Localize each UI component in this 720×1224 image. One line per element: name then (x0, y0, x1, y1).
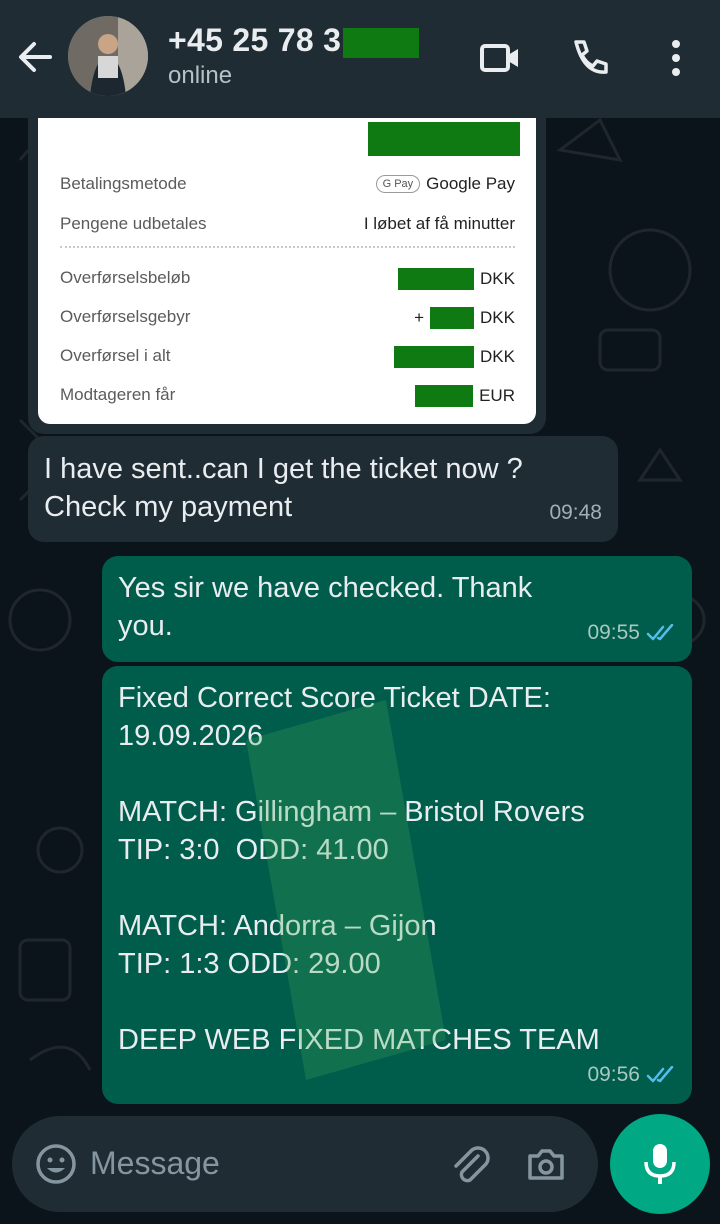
attach-icon[interactable] (448, 1142, 492, 1186)
receipt-divider (60, 246, 515, 248)
image-message-bubble[interactable]: Betalingsmetode G Pay Google Pay Pengene … (28, 104, 546, 434)
contact-number: +45 25 78 3 (168, 22, 342, 58)
currency-text: DKK (480, 308, 515, 327)
receipt-value-text: Google Pay (426, 174, 515, 193)
message-text: Fixed Correct Score Ticket DATE: 19.09.2… (118, 682, 600, 1056)
outgoing-message-bubble[interactable]: Yes sir we have checked. Thank you. 09:5… (102, 556, 692, 662)
receipt-label: Modtageren får (60, 385, 176, 404)
voice-message-button[interactable] (610, 1114, 710, 1214)
incoming-message-bubble[interactable]: I have sent..can I get the ticket now ? … (28, 436, 618, 542)
phone-call-icon[interactable] (564, 34, 612, 82)
back-arrow-icon[interactable] (14, 36, 56, 78)
message-time: 09:56 (587, 1056, 676, 1094)
redaction-block (415, 385, 474, 407)
redaction-block (430, 307, 475, 329)
contact-status: online (168, 62, 233, 89)
receipt-value: DKK (394, 346, 515, 368)
message-input-bar[interactable]: Message (12, 1116, 598, 1212)
redaction-block (368, 122, 520, 156)
read-ticks-icon (646, 624, 674, 641)
plus-sign: + (414, 308, 425, 327)
receipt-value: G Pay Google Pay (375, 174, 515, 194)
emoji-icon[interactable] (34, 1142, 78, 1186)
message-time: 09:55 (587, 614, 676, 652)
currency-text: DKK (480, 347, 515, 366)
payment-receipt-image: Betalingsmetode G Pay Google Pay Pengene … (38, 118, 536, 424)
contact-avatar[interactable] (68, 16, 148, 96)
avatar-photo (68, 16, 148, 96)
message-input[interactable]: Message (90, 1145, 220, 1182)
time-text: 09:55 (587, 621, 640, 644)
receipt-value: + DKK (414, 307, 515, 329)
currency-text: DKK (480, 269, 515, 288)
message-text: I have sent..can I get the ticket now ? … (44, 453, 523, 523)
receipt-label: Betalingsmetode (60, 174, 187, 193)
video-call-icon[interactable] (476, 34, 524, 82)
receipt-label: Overførselsgebyr (60, 307, 191, 326)
redaction-block (398, 268, 475, 290)
message-time: 09:48 (481, 403, 532, 425)
time-text: 09:56 (587, 1063, 640, 1086)
outgoing-message-bubble[interactable]: Fixed Correct Score Ticket DATE: 19.09.2… (102, 666, 692, 1104)
chat-header: +45 25 78 3 online (0, 0, 720, 118)
redaction-block (343, 27, 420, 58)
receipt-value: I løbet af få minutter (363, 214, 515, 233)
receipt-label: Overførsel i alt (60, 346, 171, 365)
microphone-icon (644, 1144, 676, 1184)
camera-icon[interactable] (524, 1142, 568, 1186)
time-text: 09:48 (549, 501, 602, 524)
message-text: Yes sir we have checked. Thank you. (118, 572, 533, 642)
receipt-label: Pengene udbetales (60, 214, 207, 233)
contact-title[interactable]: +45 25 78 3 (168, 22, 420, 59)
receipt-value: DKK (398, 268, 515, 290)
read-ticks-icon (646, 1066, 674, 1083)
redaction-block (394, 346, 475, 368)
message-time: 09:48 (549, 494, 602, 532)
receipt-label: Overførselsbeløb (60, 268, 191, 287)
google-pay-badge: G Pay (375, 175, 421, 193)
more-options-icon[interactable] (652, 34, 700, 82)
